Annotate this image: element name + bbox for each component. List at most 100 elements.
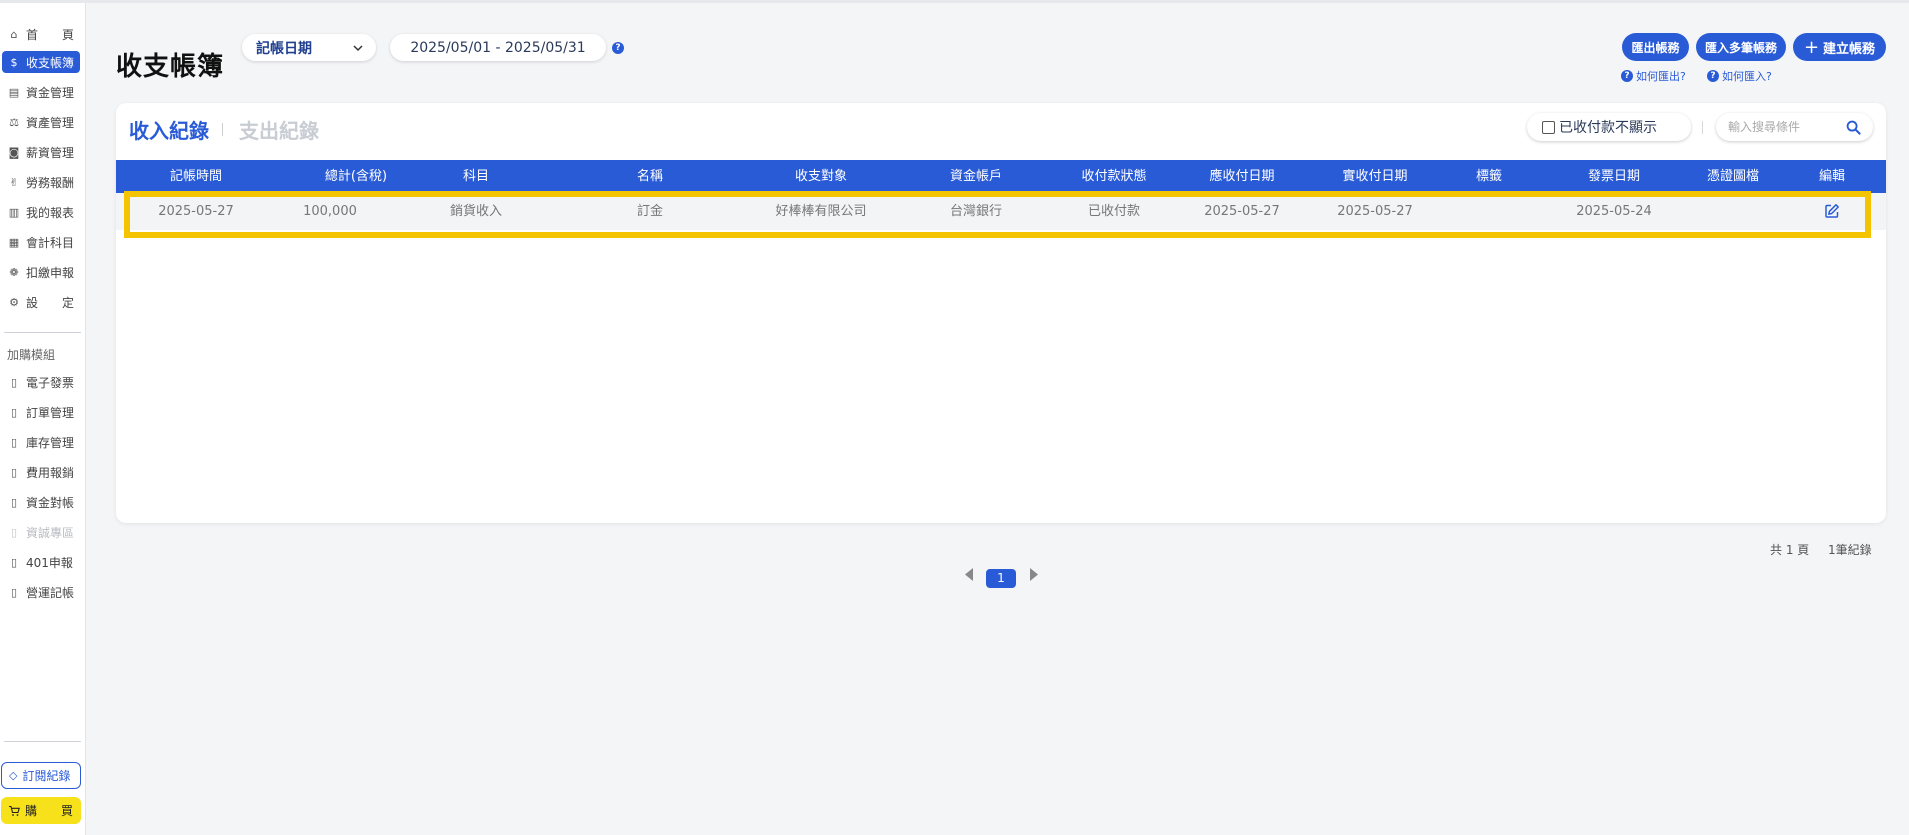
column-header[interactable]: 名稱	[590, 160, 710, 193]
sidebar-item-expense-claims[interactable]: ▯ 費用報銷	[2, 461, 80, 483]
column-header[interactable]: 發票日期	[1554, 160, 1674, 193]
sidebar-item-payroll[interactable]: ◙ 薪資管理	[2, 141, 80, 163]
date-type-select[interactable]: 記帳日期	[242, 34, 376, 61]
search-icon[interactable]	[1846, 120, 1861, 135]
column-header[interactable]: 總計(含稅)	[296, 160, 416, 193]
sidebar-item-label: 費用報銷	[26, 465, 75, 480]
sidebar-item-reconciliation[interactable]: ▯ 資金對帳	[2, 491, 80, 513]
create-label: 建立帳務	[1823, 41, 1876, 57]
how-export-label: 如何匯出?	[1636, 70, 1686, 83]
chevron-down-icon	[353, 45, 363, 52]
sidebar-item-label: 電子發票	[26, 375, 75, 390]
help-icon[interactable]: ?	[612, 42, 624, 54]
sidebar-item-label: 資金對帳	[26, 495, 75, 510]
sidebar-item-reports[interactable]: ▥ 我的報表	[2, 201, 80, 223]
column-header[interactable]: 記帳時間	[136, 160, 256, 193]
module-icon: ▯	[10, 375, 18, 389]
how-import-link[interactable]: ? 如何匯入?	[1707, 68, 1772, 84]
date-range-picker[interactable]: 2025/05/01 - 2025/05/31	[390, 34, 606, 61]
sidebar-item-withholding[interactable]: ❁ 扣繳申報	[2, 261, 80, 283]
next-page-icon[interactable]	[1028, 567, 1040, 582]
sidebar-item-label: 扣繳申報	[26, 265, 75, 280]
tab-expense[interactable]: 支出紀錄	[239, 115, 319, 144]
scale-icon: ⚖	[9, 115, 19, 129]
import-multiple-button[interactable]: 匯入多筆帳務	[1696, 33, 1786, 61]
sidebar-item-label: 勞務報酬	[26, 175, 75, 190]
column-header[interactable]: 收支對象	[761, 160, 881, 193]
sidebar-item-operations[interactable]: ▯ 營運記帳	[2, 581, 80, 603]
sidebar-item-accounts[interactable]: ▦ 會計科目	[2, 231, 80, 253]
sidebar-item-ledger[interactable]: $ 收支帳簿	[2, 51, 80, 73]
sidebar-item-label: 薪資管理	[26, 145, 75, 160]
how-export-link[interactable]: ? 如何匯出?	[1621, 68, 1686, 84]
sidebar-item-home[interactable]: ⌂ 首 頁	[2, 23, 80, 45]
sidebar-item-funds[interactable]: ▤ 資金管理	[2, 81, 80, 103]
date-range-value: 2025/05/01 - 2025/05/31	[410, 39, 586, 56]
sidebar-item-settings[interactable]: ⚙ 設 定	[2, 291, 80, 313]
declare-icon: ❁	[9, 265, 19, 279]
sidebar-divider	[4, 332, 81, 333]
cell-counterparty: 好棒棒有限公司	[775, 204, 867, 219]
module-icon: ▯	[10, 465, 18, 479]
sidebar-item-pwc-zone[interactable]: ▯ 資誠專區	[2, 521, 80, 543]
sidebar-item-services[interactable]: ✌ 勞務報酬	[2, 171, 80, 193]
page-title: 收支帳簿	[116, 52, 225, 82]
sidebar-item-inventory[interactable]: ▯ 庫存管理	[2, 431, 80, 453]
subscription-button[interactable]: ◇ 訂閱紀錄	[1, 762, 81, 789]
search-input[interactable]	[1728, 118, 1838, 136]
sidebar-item-label: 資產管理	[26, 115, 75, 130]
hide-paid-label: 已收付款不顯示	[1559, 120, 1657, 136]
column-header[interactable]: 科目	[416, 160, 536, 193]
cell-paid-date: 2025-05-27	[1337, 204, 1413, 219]
dollar-circle-icon: $	[10, 55, 18, 69]
column-header[interactable]: 收付款狀態	[1054, 160, 1174, 193]
export-label: 匯出帳務	[1631, 40, 1680, 55]
module-icon: ▯	[10, 525, 18, 539]
module-icon: ▯	[10, 495, 18, 509]
cell-name: 訂金	[636, 204, 663, 219]
column-header[interactable]: 標籤	[1429, 160, 1549, 193]
sidebar-item-orders[interactable]: ▯ 訂單管理	[2, 401, 80, 423]
search-box	[1716, 113, 1873, 141]
sidebar-item-label: 收支帳簿	[26, 55, 75, 70]
cart-icon	[9, 805, 20, 816]
top-border	[0, 0, 1909, 3]
sidebar-item-label: 訂單管理	[26, 405, 75, 420]
create-entry-button[interactable]: + 建立帳務	[1793, 33, 1886, 61]
total-pages: 共 1 頁	[1770, 543, 1810, 557]
cell-account-subject: 銷貨收入	[449, 204, 502, 219]
column-header[interactable]: 資金帳戶	[916, 160, 1036, 193]
question-icon: ?	[1707, 70, 1719, 82]
sidebar-item-label: 會計科目	[26, 235, 75, 250]
home-icon: ⌂	[10, 27, 18, 41]
export-button[interactable]: 匯出帳務	[1622, 33, 1689, 61]
cell-fund-account: 台灣銀行	[949, 204, 1002, 219]
buy-label: 購 買	[25, 804, 74, 818]
sidebar-item-label: 庫存管理	[26, 435, 75, 450]
hide-paid-checkbox[interactable]	[1542, 120, 1555, 134]
table-row[interactable]: 2025-05-27 100,000 銷貨收入 訂金 好棒棒有限公司 台灣銀行 …	[116, 193, 1886, 230]
sidebar-item-e-invoice[interactable]: ▯ 電子發票	[2, 371, 80, 393]
handshake-icon: ✌	[9, 175, 19, 189]
prev-page-icon[interactable]	[963, 567, 975, 582]
sidebar-item-label: 401申報	[26, 555, 73, 570]
edit-icon[interactable]	[1824, 203, 1840, 219]
column-header[interactable]: 應收付日期	[1182, 160, 1302, 193]
module-icon: ▯	[10, 435, 18, 449]
buy-button[interactable]: 購 買	[1, 797, 81, 824]
column-header[interactable]: 編輯	[1772, 160, 1892, 193]
filter-divider	[1702, 121, 1703, 134]
column-header[interactable]: 實收付日期	[1315, 160, 1435, 193]
module-icon: ▯	[10, 585, 18, 599]
cell-record-date: 2025-05-27	[158, 204, 234, 219]
hide-paid-toggle[interactable]: 已收付款不顯示	[1527, 113, 1691, 141]
tab-income[interactable]: 收入紀錄	[129, 115, 209, 144]
page-number-button[interactable]: 1	[986, 569, 1016, 588]
diamond-icon: ◇	[9, 769, 18, 782]
sliders-icon: ⚙	[9, 295, 19, 309]
how-import-label: 如何匯入?	[1722, 70, 1772, 83]
sidebar-item-assets[interactable]: ⚖ 資產管理	[2, 111, 80, 133]
subscription-label: 訂閱紀錄	[22, 769, 71, 783]
sidebar-item-401-filing[interactable]: ▯ 401申報	[2, 551, 80, 573]
import-label: 匯入多筆帳務	[1704, 40, 1777, 55]
